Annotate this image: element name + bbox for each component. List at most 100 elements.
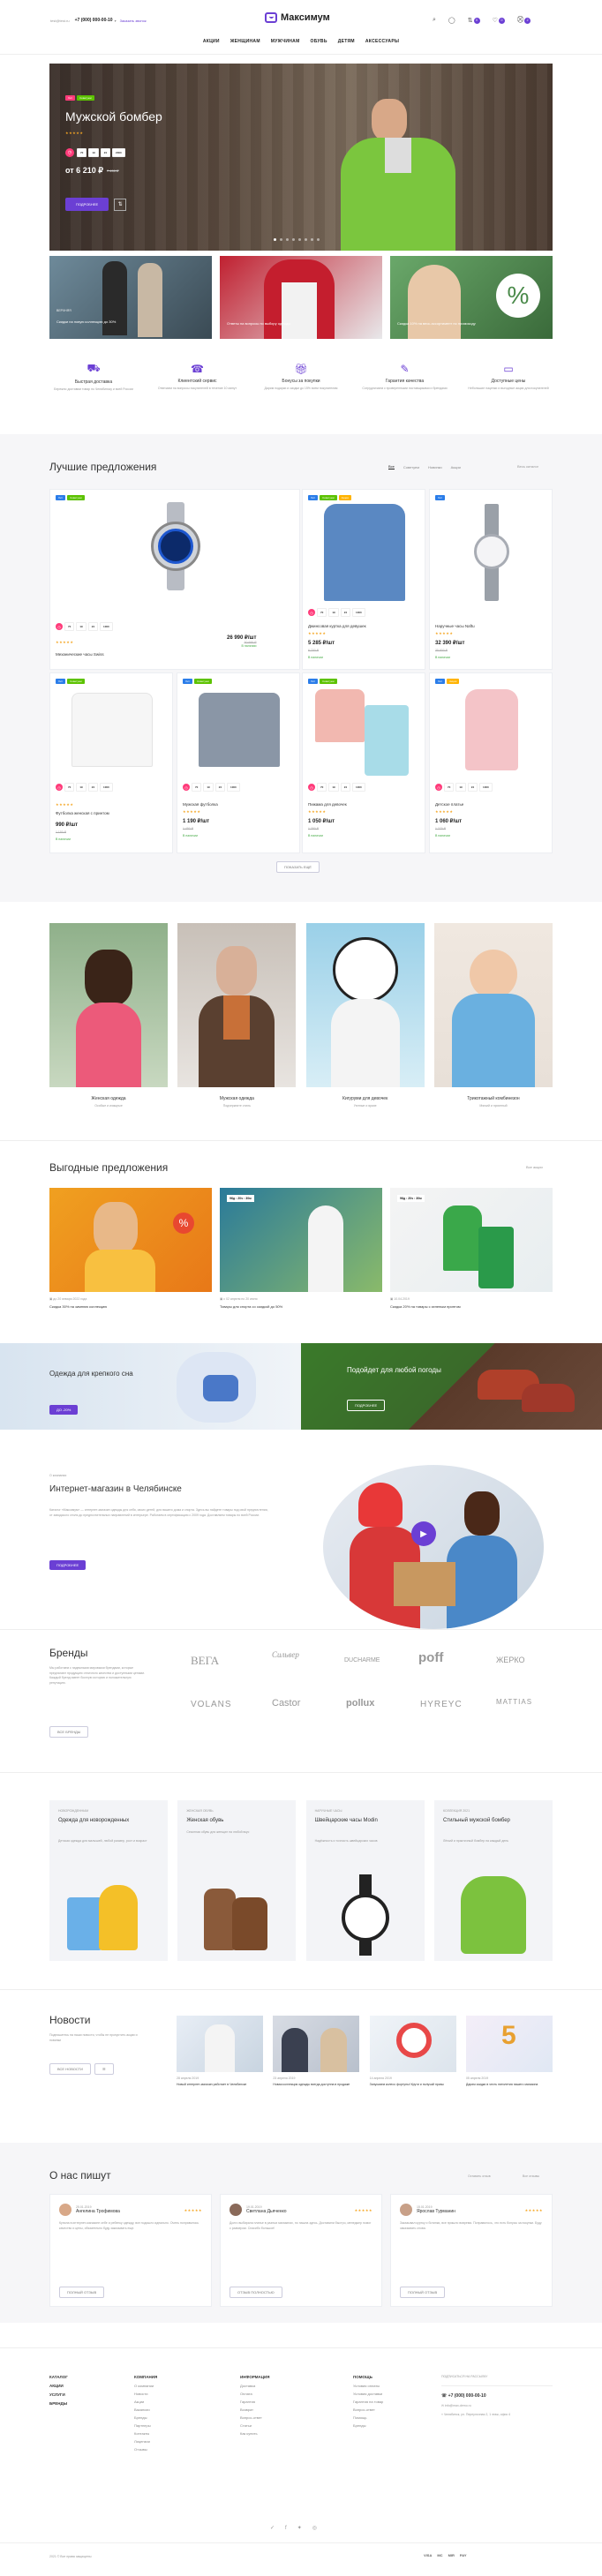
footer-link[interactable]: БРЕНДЫ [49, 2401, 68, 2406]
footer-link[interactable]: Партнеры [134, 2423, 157, 2428]
footer-link[interactable]: Условия оплаты [353, 2384, 383, 2388]
nav-kids[interactable]: ДЕТЯМ [338, 39, 355, 44]
footer-link[interactable]: Возврат [240, 2407, 270, 2412]
nav-men[interactable]: МУЖЧИНАМ [271, 39, 300, 44]
deal-card[interactable]: 96д : 20ч : 30м ▣ с 02 апреля по 20 июня… [220, 1188, 382, 1309]
rss-icon[interactable]: ☰ [94, 2063, 114, 2075]
category-card[interactable]: Женская одежда Особые и изящные [49, 923, 168, 1108]
product-card[interactable]: Хит Советуем ◷ 70 19 24 1000 ★★★★★ Механиче… [49, 489, 300, 670]
catalog-link[interactable]: Весь каталог [517, 464, 538, 469]
brand-logo[interactable]: Castor [272, 1698, 300, 1709]
nav-women[interactable]: ЖЕНЩИНАМ [230, 39, 260, 44]
footer-link[interactable]: Вакансии [134, 2407, 157, 2412]
product-name[interactable]: Наручные часы Naftu [435, 624, 475, 628]
slide-dot[interactable] [305, 238, 307, 241]
brand-logo[interactable]: HYREYC [420, 1700, 463, 1709]
footer-link[interactable]: Вопрос-ответ [353, 2407, 383, 2412]
brand-logo[interactable]: DUCHARME [344, 1657, 380, 1664]
product-card[interactable]: Хит Акция ◷ 70 19 24 1000 Детское платье ★★… [429, 672, 553, 853]
product-card[interactable]: Хит Советуем ◷ 70 19 24 1000 Мужская футбол… [177, 672, 300, 853]
slide-dot[interactable] [317, 238, 320, 241]
footer-link[interactable]: Гарантия на товар [353, 2400, 383, 2404]
brand-logo[interactable]: pollux [346, 1698, 374, 1709]
news-card[interactable]: 14 апреля 2019 Запускаем колесо фортуны!… [369, 2016, 456, 2086]
banner-weather[interactable]: Подойдет для любой погоды ПОДРОБНЕЕ [301, 1343, 602, 1430]
compare-icon[interactable]: ⇅ [114, 198, 127, 211]
review-full-button[interactable]: ПОЛНЫЙ ОТЗЫВ [59, 2287, 105, 2298]
footer-link[interactable]: Гарантия [240, 2400, 270, 2404]
play-icon[interactable]: ▶ [411, 1521, 436, 1546]
heart-icon[interactable]: ♡ 0 [493, 17, 505, 24]
twitter-icon[interactable]: ✦ [297, 2525, 302, 2531]
footer-link[interactable]: УСЛУГИ [49, 2392, 68, 2397]
nav-shoes[interactable]: ОБУВЬ [311, 39, 327, 44]
slide-dot[interactable] [274, 238, 276, 241]
tab-advise[interactable]: Советуем [403, 465, 419, 469]
chevron-down-icon[interactable]: ▾ [115, 19, 117, 23]
callback-link[interactable]: Заказать звонок [120, 19, 147, 23]
header-email[interactable]: test@test.ru [50, 19, 70, 23]
footer-link[interactable]: Новости [134, 2392, 157, 2396]
footer-email[interactable]: ✉ info@max-demo.ru [441, 2404, 553, 2407]
brand-logo[interactable]: poff [418, 1650, 443, 1665]
product-name[interactable]: Механические часы Swiss [56, 652, 104, 657]
collection-card[interactable]: НАРУЧНЫЕ ЧАСЫ Швейцарские часы Modin Над… [305, 1800, 425, 1961]
news-card[interactable]: 28 апреля 2019 Новый интернет-магазин ра… [177, 2016, 263, 2086]
slide-dot[interactable] [298, 238, 301, 241]
nav-promo[interactable]: АКЦИИ [203, 39, 220, 44]
about-details-button[interactable]: ПОДРОБНЕЕ [49, 1560, 87, 1570]
footer-link[interactable]: Контакты [134, 2431, 157, 2436]
slide-dot[interactable] [292, 238, 295, 241]
category-card[interactable]: Кигуруми для девочек Уютные и яркие [305, 923, 425, 1108]
all-reviews-link[interactable]: Все отзывы [523, 2174, 539, 2178]
compare-icon[interactable]: ⇅ 0 [468, 17, 480, 24]
product-name[interactable]: Футболка женская с принтом [56, 811, 109, 815]
brand-logo[interactable]: ЖЕРКО [496, 1656, 524, 1664]
footer-link[interactable]: Вопрос-ответ [240, 2415, 270, 2420]
slide-dot[interactable] [286, 238, 289, 241]
search-icon[interactable]: ⌕ [433, 17, 436, 24]
brand-logo[interactable]: MATTIAS [496, 1698, 532, 1706]
promo-tile[interactable]: ВЕРХНЯЯ Скидки на новую коллекцию до 30% [49, 256, 212, 339]
review-full-button[interactable]: ОТЗЫВ ПОЛНОСТЬЮ [230, 2287, 282, 2298]
subscribe-label[interactable]: ПОДПИСАТЬСЯ НА РАССЫЛКУ [441, 2375, 553, 2378]
hero-banner[interactable]: Хит Советуем Мужской бомбер ★★★★★ ◷ 70 1… [49, 64, 553, 251]
user-icon[interactable]: ◯ [448, 17, 455, 24]
footer-link[interactable]: Отзывы [134, 2447, 157, 2452]
product-name[interactable]: Джинсовая куртка для девушек [308, 624, 366, 628]
product-name[interactable]: Пижама для девочек [308, 802, 347, 807]
footer-link[interactable]: КАТАЛОГ [49, 2375, 68, 2379]
nav-accessories[interactable]: АКСЕССУАРЫ [365, 39, 399, 44]
review-full-button[interactable]: ПОЛНЫЙ ОТЗЫВ [400, 2287, 446, 2298]
all-deals-link[interactable]: Все акции [526, 1165, 543, 1169]
deal-card[interactable]: 96д : 20ч : 30м ▣ 10.04.2019 Скидка 20% … [390, 1188, 553, 1309]
cart-icon[interactable]: ⛒ 2 [517, 17, 531, 24]
product-card[interactable]: Хит Советуем ◷ 70 19 24 1000 ★★★★★ Футболка… [49, 672, 173, 853]
logo[interactable]: Максимум [265, 12, 330, 23]
footer-link[interactable]: Условия доставки [353, 2392, 383, 2396]
footer-link[interactable]: Акции [134, 2400, 157, 2404]
slide-dot[interactable] [311, 238, 313, 241]
all-brands-button[interactable]: ВСЕ БРЕНДЫ [49, 1726, 89, 1738]
hero-details-button[interactable]: ПОДРОБНЕЕ [65, 198, 109, 211]
collection-card[interactable]: ЖЕНСКАЯ ОБУВЬ Женская обувь Сезонная обу… [177, 1800, 297, 1961]
footer-link[interactable]: Лицензии [134, 2439, 157, 2444]
footer-link[interactable]: Оплата [240, 2392, 270, 2396]
header-phone[interactable]: +7 (000) 000-00-10 [75, 18, 113, 23]
footer-link[interactable]: Как купить [240, 2431, 270, 2436]
promo-tile[interactable]: Ответы на вопросы по выбору одежды [220, 256, 382, 339]
collection-card[interactable]: НОВОРОЖДЕННЫМ Одежда для новорожденных Д… [49, 1800, 168, 1961]
brand-logo[interactable]: Сильвер [272, 1650, 299, 1659]
product-card[interactable]: Хит Наручные часы Naftu ★★★★★ 32 390 ₽/ш… [429, 489, 553, 670]
slide-dot[interactable] [280, 238, 282, 241]
vk-icon[interactable]: ✓ [270, 2525, 275, 2531]
product-card[interactable]: Хит Советуем Акция ◷ 70 19 24 1000 Джинсова… [302, 489, 425, 670]
brand-logo[interactable]: VOLANS [191, 1700, 232, 1709]
show-more-button[interactable]: ПОКАЗАТЬ ЕЩЁ [276, 861, 320, 873]
instagram-icon[interactable]: ◎ [312, 2525, 317, 2531]
tab-all[interactable]: Все [388, 464, 395, 469]
banner-button[interactable]: ДО -20% [49, 1405, 79, 1415]
product-name[interactable]: Детское платье [435, 802, 463, 807]
deal-card[interactable]: % ▣ до 20 января 2022 года Скидка 30% на… [49, 1188, 212, 1309]
banner-button[interactable]: ПОДРОБНЕЕ [347, 1400, 386, 1411]
